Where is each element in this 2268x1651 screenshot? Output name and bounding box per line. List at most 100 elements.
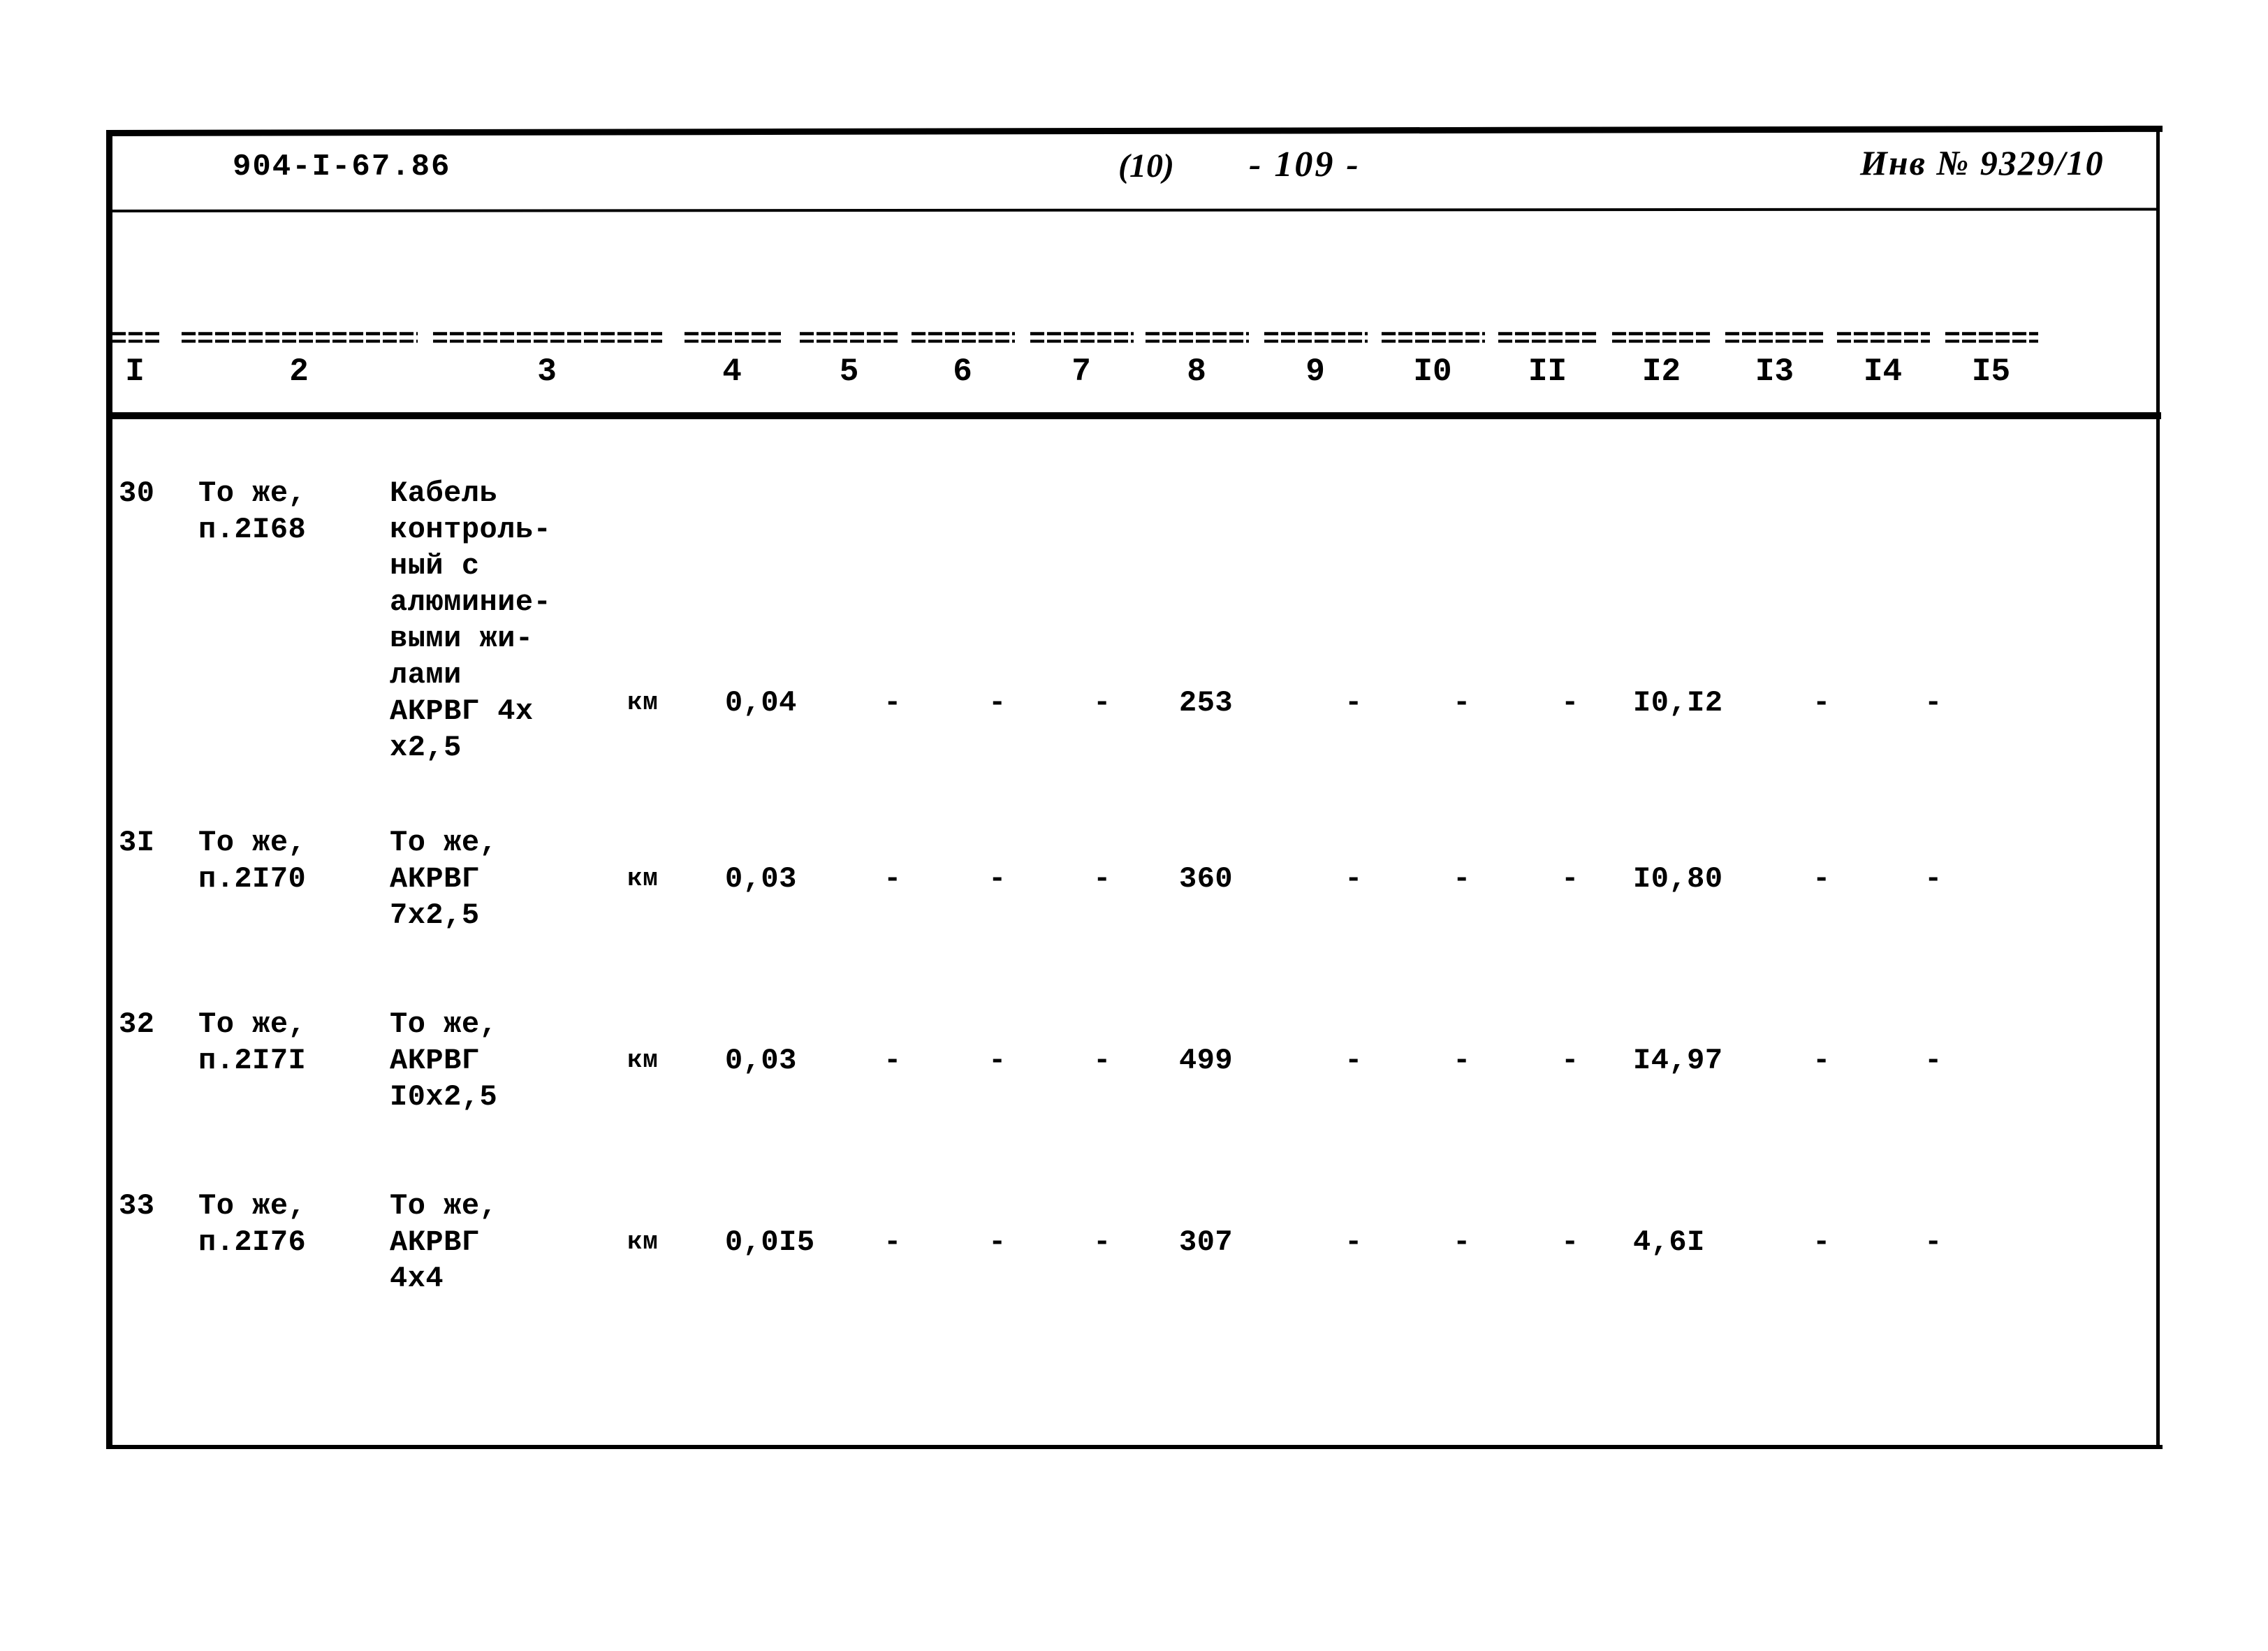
page-header: 904-I-67.86 (10) - 109 - Инв № 9329/10	[110, 137, 2157, 207]
cell-col-13: 4,6I	[1633, 1225, 1705, 1259]
table-body: 30 То же, п.2I68 Кабель контроль- ный с ал…	[110, 419, 2158, 1439]
column-separator-mark: ========================================…	[1144, 328, 1249, 347]
column-number-7: 7	[1071, 354, 1091, 390]
cell-col-15: -	[1924, 686, 1943, 720]
cell-col-1: 32	[119, 1008, 155, 1041]
cell-col-14: -	[1813, 686, 1831, 720]
cell-col-14: -	[1813, 1044, 1831, 1077]
column-number-13: I3	[1755, 354, 1794, 390]
cell-col-8: -	[1093, 1225, 1111, 1259]
cell-col-12: -	[1561, 1225, 1579, 1259]
column-separator-mark: ========================================…	[110, 328, 159, 347]
cell-col-8: -	[1093, 862, 1111, 896]
cell-col-7: -	[988, 862, 1007, 896]
column-separator-mark: ========================================…	[1497, 328, 1598, 347]
column-separator-mark: ========================================…	[1836, 328, 1930, 347]
column-number-8: 8	[1187, 354, 1206, 390]
cell-col-3: То же, АКРВГ I0х2,5	[390, 1008, 498, 1114]
cell-col-12: -	[1561, 862, 1579, 896]
column-separator-mark: ========================================…	[1724, 328, 1825, 347]
cell-col-5: 0,03	[725, 1044, 797, 1077]
cell-col-10: -	[1345, 862, 1363, 896]
scanned-page: 904-I-67.86 (10) - 109 - Инв № 9329/10 =…	[0, 0, 2268, 1651]
cell-col-2: То же, п.2I68	[198, 477, 307, 546]
page-number-handwritten: - 109 -	[1249, 145, 1361, 184]
column-separator-mark: ========================================…	[910, 328, 1015, 347]
cell-col-4: км	[627, 1228, 659, 1256]
cell-col-5: 0,0I5	[725, 1225, 815, 1259]
cell-col-5: 0,03	[725, 862, 797, 896]
column-separator-mark: ========================================…	[1611, 328, 1712, 347]
cell-col-15: -	[1924, 1044, 1943, 1077]
cell-col-6: -	[884, 1044, 902, 1077]
column-separator-mark: ========================================…	[683, 328, 781, 347]
cell-col-4: км	[627, 688, 659, 717]
cell-col-6: -	[884, 686, 902, 720]
column-number-5: 5	[839, 354, 859, 390]
column-separator-mark: ========================================…	[1263, 328, 1368, 347]
cell-col-3: То же, АКРВГ 7х2,5	[390, 826, 498, 932]
column-number-6: 6	[953, 354, 972, 390]
cell-col-14: -	[1813, 1225, 1831, 1259]
cell-col-9: 499	[1179, 1044, 1234, 1077]
column-separator-mark: ========================================…	[1029, 328, 1134, 347]
column-number-14: I4	[1863, 354, 1903, 390]
cell-col-9: 253	[1179, 686, 1234, 720]
cell-col-10: -	[1345, 686, 1363, 720]
cell-col-3: То же, АКРВГ 4х4	[390, 1189, 498, 1295]
cell-col-6: -	[884, 1225, 902, 1259]
cell-col-12: -	[1561, 686, 1579, 720]
cell-col-10: -	[1345, 1044, 1363, 1077]
cell-col-7: -	[988, 1225, 1007, 1259]
cell-col-13: I4,97	[1633, 1044, 1723, 1077]
column-number-9: 9	[1305, 354, 1325, 390]
column-number-row: ========================================…	[110, 328, 2158, 411]
cell-col-1: 3I	[119, 826, 155, 859]
cell-col-14: -	[1813, 862, 1831, 896]
column-number-15: I5	[1971, 354, 2011, 390]
table-frame-bottom-rule	[106, 1445, 2163, 1449]
cell-col-1: 33	[119, 1189, 155, 1223]
column-number-2: 2	[289, 354, 309, 390]
cell-col-13: I0,80	[1633, 862, 1723, 896]
cell-col-7: -	[988, 1044, 1007, 1077]
column-separator-mark: ========================================…	[432, 328, 662, 347]
column-number-3: 3	[537, 354, 557, 390]
cell-col-12: -	[1561, 1044, 1579, 1077]
column-number-11: II	[1528, 354, 1567, 390]
cell-col-11: -	[1453, 1225, 1471, 1259]
column-number-separator-rule	[109, 412, 2161, 419]
cell-col-8: -	[1093, 686, 1111, 720]
inventory-number-handwritten: Инв № 9329/10	[1860, 143, 2105, 182]
cell-col-8: -	[1093, 1044, 1111, 1077]
column-number-4: 4	[722, 354, 742, 390]
cell-col-3: Кабель контроль- ный с алюминие- выми жи…	[390, 477, 552, 764]
column-number-10: I0	[1413, 354, 1452, 390]
cell-col-4: км	[627, 1046, 659, 1075]
cell-col-13: I0,I2	[1633, 686, 1723, 720]
column-number-12: I2	[1641, 354, 1681, 390]
cell-col-2: То же, п.2I7I	[198, 1008, 307, 1077]
column-separator-mark: ========================================…	[1944, 328, 2038, 347]
cell-col-4: км	[627, 864, 659, 893]
cell-col-15: -	[1924, 1225, 1943, 1259]
cell-col-2: То же, п.2I76	[198, 1189, 307, 1259]
cell-col-11: -	[1453, 686, 1471, 720]
column-separator-mark: ========================================…	[1380, 328, 1485, 347]
cell-col-5: 0,04	[725, 686, 797, 720]
cell-col-10: -	[1345, 1225, 1363, 1259]
cell-col-2: То же, п.2I70	[198, 826, 307, 896]
cell-col-11: -	[1453, 862, 1471, 896]
cell-col-6: -	[884, 862, 902, 896]
sheet-number-handwritten: (10)	[1118, 147, 1174, 184]
cell-col-7: -	[988, 686, 1007, 720]
cell-col-9: 360	[1179, 862, 1234, 896]
column-separator-mark: ========================================…	[180, 328, 418, 347]
cell-col-1: 30	[119, 477, 155, 510]
cell-col-11: -	[1453, 1044, 1471, 1077]
document-code: 904-I-67.86	[233, 150, 451, 184]
column-number-1: I	[125, 354, 145, 390]
column-separator-mark: ========================================…	[798, 328, 900, 347]
cell-col-9: 307	[1179, 1225, 1234, 1259]
cell-col-15: -	[1924, 862, 1943, 896]
